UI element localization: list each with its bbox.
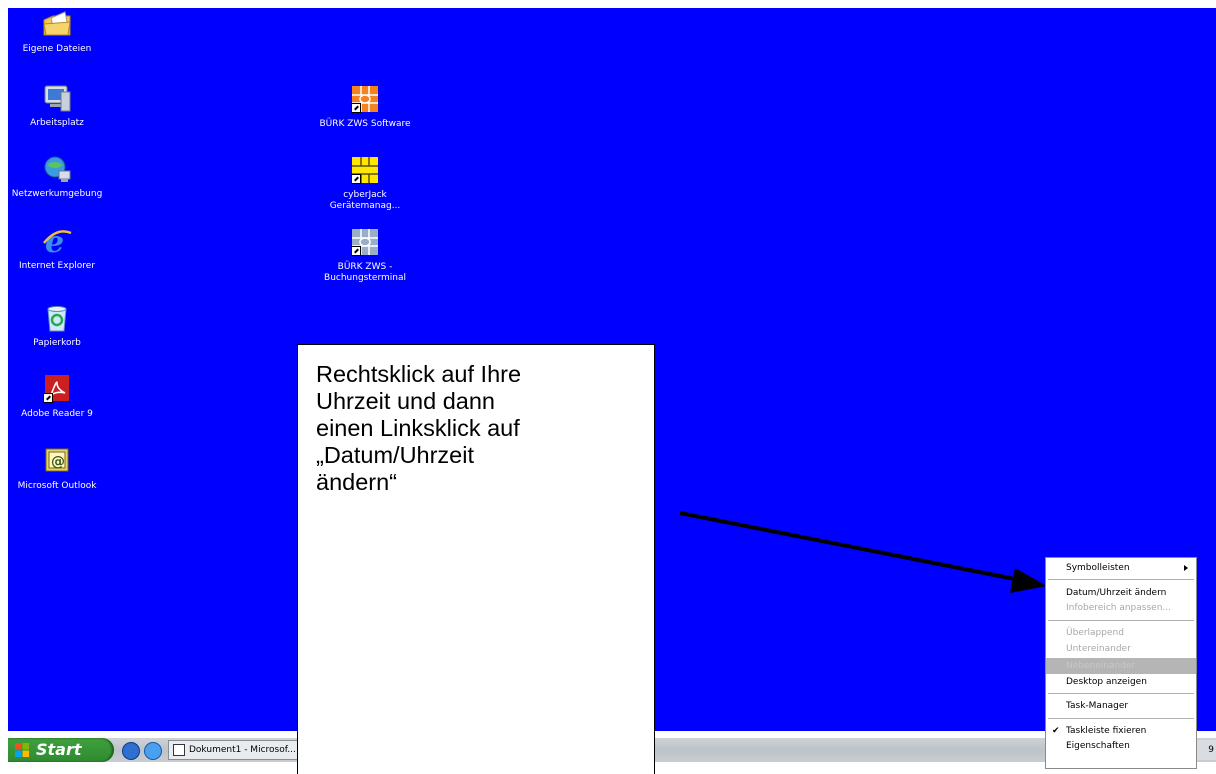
instruction-line: ändern“ [316,469,397,495]
menu-item-label: Untereinander [1066,644,1131,654]
menu-item-desktop-anzeigen[interactable]: Desktop anzeigen [1046,674,1196,690]
instruction-line: Rechtsklick auf Ihre [316,361,522,387]
menu-item-nebeneinander[interactable]: Nebeneinander [1046,658,1196,674]
menu-separator [1048,718,1194,719]
menu-item-taskleiste-fixieren[interactable]: ✔ Taskleiste fixieren [1046,723,1196,739]
instruction-text: Rechtsklick auf Ihre Uhrzeit und dann ei… [316,361,646,496]
taskbar-context-menu: Symbolleisten Datum/Uhrzeit ändern Infob… [1045,557,1197,769]
instruction-line: Uhrzeit und dann [316,388,495,414]
menu-item-label: Taskleiste fixieren [1066,726,1147,736]
menu-item-infobereich-anpassen: Infobereich anpassen... [1046,600,1196,616]
menu-separator [1048,693,1194,694]
menu-item-task-manager[interactable]: Task-Manager [1046,698,1196,714]
menu-item-label: Infobereich anpassen... [1066,603,1171,613]
menu-item-label: Eigenschaften [1066,741,1130,751]
submenu-arrow-icon [1184,565,1188,571]
menu-item-label: Datum/Uhrzeit ändern [1066,588,1167,598]
menu-item-untereinander: Untereinander [1046,641,1196,657]
instruction-line: einen Linksklick auf [316,415,520,441]
instruction-line: „Datum/Uhrzeit [316,442,475,468]
menu-item-symbolleisten[interactable]: Symbolleisten [1046,560,1196,576]
instruction-callout: Rechtsklick auf Ihre Uhrzeit und dann ei… [297,344,655,774]
checkmark-icon: ✔ [1052,726,1060,736]
menu-item-label: Task-Manager [1066,701,1129,711]
menu-item-label: Nebeneinander [1066,661,1136,671]
menu-item-ueberlappend: Überlappend [1046,625,1196,641]
menu-item-label: Überlappend [1066,628,1124,638]
menu-item-label: Desktop anzeigen [1066,677,1147,687]
menu-separator [1048,579,1194,580]
menu-item-eigenschaften[interactable]: Eigenschaften [1046,738,1196,754]
menu-item-label: Symbolleisten [1066,563,1130,573]
menu-item-datum-uhrzeit-aendern[interactable]: Datum/Uhrzeit ändern [1046,585,1196,601]
menu-separator [1048,620,1194,621]
